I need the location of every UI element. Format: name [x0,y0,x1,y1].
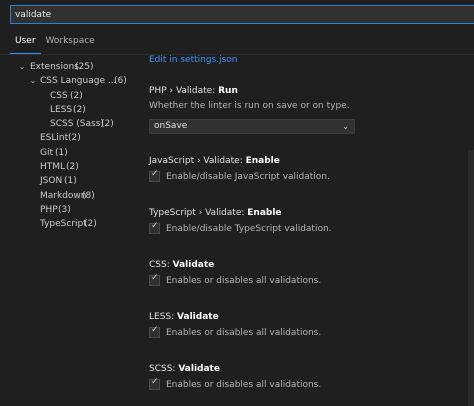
toc-item-less[interactable]: LESS (2) [0,103,140,117]
settings-toc-tree: ⌄ Extensions (25) ⌄ CSS Language ... (6)… [0,60,140,232]
toc-item-count: (6) [114,76,127,87]
setting-css-validate: CSS: Validate ✓ Enables or disables all … [149,260,469,286]
toc-item-count: (1) [64,176,77,187]
select-value: onSave [154,121,188,131]
check-icon: ✓ [151,169,159,179]
toc-item-count: (3) [58,204,71,215]
toc-item-php[interactable]: PHP (3) [0,203,140,217]
checkbox-label: Enable/disable JavaScript validation. [166,171,330,182]
toc-item-label: HTML [40,162,66,173]
checkbox-label: Enable/disable TypeScript validation. [166,223,332,234]
toc-item-label: PHP [40,204,58,215]
check-row: ✓ Enable/disable TypeScript validation. [149,221,469,234]
check-row: ✓ Enables or disables all validations. [149,325,469,338]
toc-item-label: Extensions [30,62,79,72]
toc-item-eslint[interactable]: ESLint (2) [0,131,140,145]
check-icon: ✓ [151,325,159,335]
javascript-validate-checkbox[interactable]: ✓ [149,169,160,182]
toc-item-css[interactable]: CSS (2) [0,89,140,103]
setting-less-validate: LESS: Validate ✓ Enables or disables all… [149,312,469,338]
toc-item-scss[interactable]: SCSS (Sass) (2) [0,117,140,131]
php-validate-run-select[interactable]: onSave ⌄ [149,119,355,134]
less-validate-checkbox[interactable]: ✓ [149,325,160,338]
check-icon: ✓ [151,377,159,387]
checkbox-label: Enables or disables all validations. [166,327,322,338]
setting-title: LESS: Validate [149,312,219,322]
check-row: ✓ Enables or disables all validations. [149,377,469,390]
toc-item-count: (2) [84,219,97,230]
toc-item-count: (2) [101,119,114,130]
setting-scss-validate: SCSS: Validate ✓ Enables or disables all… [149,364,469,390]
toc-item-typescript[interactable]: TypeScript (2) [0,217,140,231]
setting-javascript-validate-enable: JavaScript › Validate: Enable ✓ Enable/d… [149,156,469,182]
check-row: ✓ Enables or disables all validations. [149,273,469,286]
settings-tabs: User Workspace [10,34,100,54]
toc-item-markdown[interactable]: Markdown (8) [0,189,140,203]
toc-item-label: JSON [40,176,63,187]
toc-item-css-language[interactable]: ⌄ CSS Language ... (6) [0,74,140,88]
typescript-validate-checkbox[interactable]: ✓ [149,221,160,234]
toc-item-html[interactable]: HTML (2) [0,160,140,174]
setting-typescript-validate-enable: TypeScript › Validate: Enable ✓ Enable/d… [149,208,469,234]
settings-search-box[interactable] [10,5,474,24]
toc-item-count: (2) [68,133,81,144]
toc-item-label: TypeScript [40,219,87,230]
toc-item-label: CSS [50,90,68,101]
setting-title: CSS: Validate [149,260,215,270]
setting-description: Whether the linter is run on save or on … [149,101,350,111]
chevron-down-icon: ⌄ [29,76,37,86]
scss-validate-checkbox[interactable]: ✓ [149,377,160,390]
check-icon: ✓ [151,221,159,231]
css-validate-checkbox[interactable]: ✓ [149,273,160,286]
setting-title: JavaScript › Validate: Enable [149,156,280,166]
checkbox-label: Enables or disables all validations. [166,379,322,390]
toc-item-label: ESLint [40,133,69,144]
check-icon: ✓ [151,273,159,283]
toc-item-git[interactable]: Git (1) [0,146,140,160]
edit-in-settings-json-link[interactable]: Edit in settings.json [149,55,238,65]
setting-title: TypeScript › Validate: Enable [149,208,282,218]
setting-php-validate-run: PHP › Validate: Run Whether the linter i… [149,86,469,134]
checkbox-label: Enables or disables all validations. [166,275,322,286]
tab-workspace[interactable]: Workspace [41,34,100,54]
toc-item-count: (2) [70,90,83,101]
setting-title: SCSS: Validate [149,364,220,374]
tab-user[interactable]: User [10,34,41,54]
setting-title: PHP › Validate: Run [149,86,238,96]
toc-item-count: (1) [55,147,68,158]
toc-item-label: CSS Language ... [40,76,117,87]
check-row: ✓ Enable/disable JavaScript validation. [149,169,469,182]
toc-item-count: (8) [82,190,95,201]
search-input[interactable] [11,6,474,23]
chevron-down-icon: ⌄ [342,122,349,131]
toc-item-label: Markdown [40,190,87,201]
toc-item-label: SCSS (Sass) [50,119,104,130]
vertical-scrollbar[interactable] [468,150,474,406]
toc-item-count: (2) [73,104,86,115]
chevron-down-icon: ⌄ [18,62,26,71]
toc-item-json[interactable]: JSON (1) [0,174,140,188]
toc-item-extensions[interactable]: ⌄ Extensions (25) [0,60,140,74]
toc-item-count: (2) [66,162,79,173]
toc-item-count: (25) [75,62,94,72]
toc-item-label: LESS [50,104,73,115]
toc-item-label: Git [40,147,54,158]
